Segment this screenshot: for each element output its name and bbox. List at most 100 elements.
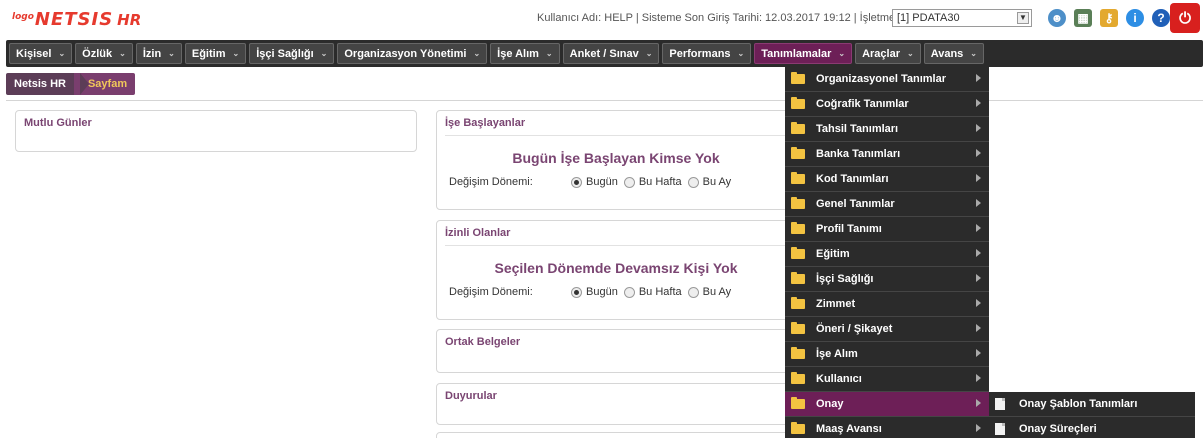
radio-option-bu-ay[interactable]: Bu Ay <box>687 286 731 298</box>
radio-label: Bugün <box>586 286 618 298</box>
submenu-arrow-icon <box>976 124 981 132</box>
radio-icon[interactable] <box>623 286 635 298</box>
submenu-arrow-icon <box>976 399 981 407</box>
radio-icon[interactable] <box>571 286 582 298</box>
panel-duyurular: Duyurular <box>436 383 796 425</box>
folder-icon <box>791 372 805 384</box>
nav-items: Kişisel ⌄ Özlük ⌄ İzin ⌄ Eğitim ⌄ İşçi Sağlığı ⌄ O… <box>9 43 984 64</box>
nav-item[interactable]: İzin ⌄ <box>135 43 182 64</box>
radio-icon[interactable] <box>687 286 699 298</box>
menu-item[interactable]: Genel Tanımlar <box>785 192 989 217</box>
keys-icon[interactable]: ⚷ <box>1100 9 1118 27</box>
menu-item-label: İşçi Sağlığı <box>816 273 874 285</box>
nav-item[interactable]: Araçlar ⌄ <box>855 43 921 64</box>
radio-option-bugun[interactable]: Bugün <box>571 286 618 298</box>
radio-label: Bu Ay <box>702 176 732 188</box>
panel-title: Duyurular <box>445 390 497 402</box>
radio-icon[interactable] <box>687 176 699 188</box>
submenu-arrow-icon <box>976 74 981 82</box>
nav-item[interactable]: Performans ⌄ <box>662 43 752 64</box>
company-select[interactable]: [1] PDATA30 ▼ <box>892 9 1032 27</box>
submenu-arrow-icon <box>976 99 981 107</box>
menu-item[interactable]: Tahsil Tanımları <box>785 117 989 142</box>
folder-icon <box>791 272 805 284</box>
chevron-down-icon: ⌄ <box>119 49 126 58</box>
users-icon[interactable]: ☻ <box>1048 9 1066 27</box>
nav-item[interactable]: İşçi Sağlığı ⌄ <box>249 43 335 64</box>
breadcrumb-home[interactable]: Netsis HR <box>6 73 74 95</box>
chevron-down-icon: ⌄ <box>320 49 328 58</box>
help-icon[interactable]: ? <box>1152 9 1170 27</box>
radio-option-bugun[interactable]: Bugün <box>571 176 618 188</box>
folder-icon <box>791 297 805 309</box>
period-row: Değişim Dönemi: Bugün Bu Hafta Bu Ay <box>437 286 795 298</box>
panel-title: İzinli Olanlar <box>445 227 511 239</box>
panel-izinli-olanlar: İzinli Olanlar Seçilen Dönemde Devamsız … <box>436 220 796 320</box>
menu-item[interactable]: Profil Tanımı <box>785 217 989 242</box>
folder-icon <box>791 347 805 359</box>
user-info: Kullanıcı Adı: HELP | Sisteme Son Giriş … <box>537 12 899 24</box>
radio-icon[interactable] <box>571 176 582 188</box>
period-row: Değişim Dönemi: Bugün Bu Hafta Bu Ay <box>437 176 795 188</box>
panel-ise-baslayanlar: İşe Başlayanlar Bugün İşe Başlayan Kimse… <box>436 110 796 210</box>
submenu-arrow-icon <box>976 199 981 207</box>
submenu-arrow-icon <box>976 149 981 157</box>
nav-item[interactable]: Tanımlamalar ⌄ <box>754 43 853 64</box>
menu-item-label: Maaş Avansı <box>816 423 882 435</box>
nav-item[interactable]: Anket / Sınav ⌄ <box>562 43 660 64</box>
menu-item-label: Banka Tanımları <box>816 148 901 160</box>
menu-item-label: İşe Alım <box>816 348 858 360</box>
menu-item-label: Eğitim <box>816 248 850 260</box>
radio-option-bu-hafta[interactable]: Bu Hafta <box>623 176 682 188</box>
menu-item[interactable]: Zimmet <box>785 292 989 317</box>
nav-item-label: Anket / Sınav <box>569 47 639 60</box>
panel-title: Mutlu Günler <box>24 117 92 129</box>
folder-icon <box>791 322 805 334</box>
document-icon <box>995 423 1005 435</box>
nav-item-label: Performans <box>669 47 731 60</box>
menu-item[interactable]: Öneri / Şikayet <box>785 317 989 342</box>
nav-item[interactable]: Özlük ⌄ <box>75 43 133 64</box>
menu-item[interactable]: İşçi Sağlığı <box>785 267 989 292</box>
folder-icon <box>791 197 805 209</box>
nav-item[interactable]: Avans ⌄ <box>923 43 984 64</box>
submenu-item[interactable]: Onay Şablon Tanımları <box>989 392 1195 417</box>
panel-headline: Bugün İşe Başlayan Kimse Yok <box>512 150 720 166</box>
info-icon[interactable]: i <box>1126 9 1144 27</box>
nav-item[interactable]: Kişisel ⌄ <box>9 43 73 64</box>
menu-item-label: Onay <box>816 398 844 410</box>
menu-item[interactable]: Banka Tanımları <box>785 142 989 167</box>
menu-item[interactable]: Onay <box>785 392 989 417</box>
netsis-hr-logo[interactable]: logoNETSIS HR <box>12 9 141 30</box>
folder-icon <box>791 397 805 409</box>
submenu-item[interactable]: Onay Süreçleri <box>989 417 1195 438</box>
menu-item[interactable]: Eğitim <box>785 242 989 267</box>
chevron-down-icon: ⌄ <box>645 49 653 58</box>
nav-item[interactable]: İşe Alım ⌄ <box>490 43 560 64</box>
nav-item[interactable]: Organizasyon Yönetimi ⌄ <box>337 43 488 64</box>
nav-item[interactable]: Eğitim ⌄ <box>184 43 247 64</box>
radio-option-bu-hafta[interactable]: Bu Hafta <box>623 286 682 298</box>
folder-icon <box>791 422 805 434</box>
menu-item[interactable]: Maaş Avansı <box>785 417 989 438</box>
folder-icon <box>791 72 805 84</box>
nav-item-label: İzin <box>142 47 162 60</box>
submenu-arrow-icon <box>976 249 981 257</box>
menu-item[interactable]: İşe Alım <box>785 342 989 367</box>
chevron-down-icon[interactable]: ▼ <box>1017 12 1029 24</box>
radio-label: Bugün <box>586 176 618 188</box>
menu-item-label: Genel Tanımlar <box>816 198 895 210</box>
menu-item[interactable]: Organizasyonel Tanımlar <box>785 67 989 92</box>
menu-item-label: Organizasyonel Tanımlar <box>816 73 947 85</box>
menu-item[interactable]: Kod Tanımları <box>785 167 989 192</box>
menu-item[interactable]: Coğrafik Tanımlar <box>785 92 989 117</box>
radio-icon[interactable] <box>623 176 635 188</box>
chart-icon[interactable]: ▦ <box>1074 9 1092 27</box>
submenu-arrow-icon <box>976 224 981 232</box>
radio-option-bu-ay[interactable]: Bu Ay <box>687 176 732 188</box>
period-label: Değişim Dönemi: <box>449 286 533 298</box>
panel-headline: Seçilen Dönemde Devamsız Kişi Yok <box>494 260 738 276</box>
power-icon[interactable]: ⏻ <box>1170 3 1200 33</box>
folder-icon <box>791 122 805 134</box>
menu-item[interactable]: Kullanıcı <box>785 367 989 392</box>
